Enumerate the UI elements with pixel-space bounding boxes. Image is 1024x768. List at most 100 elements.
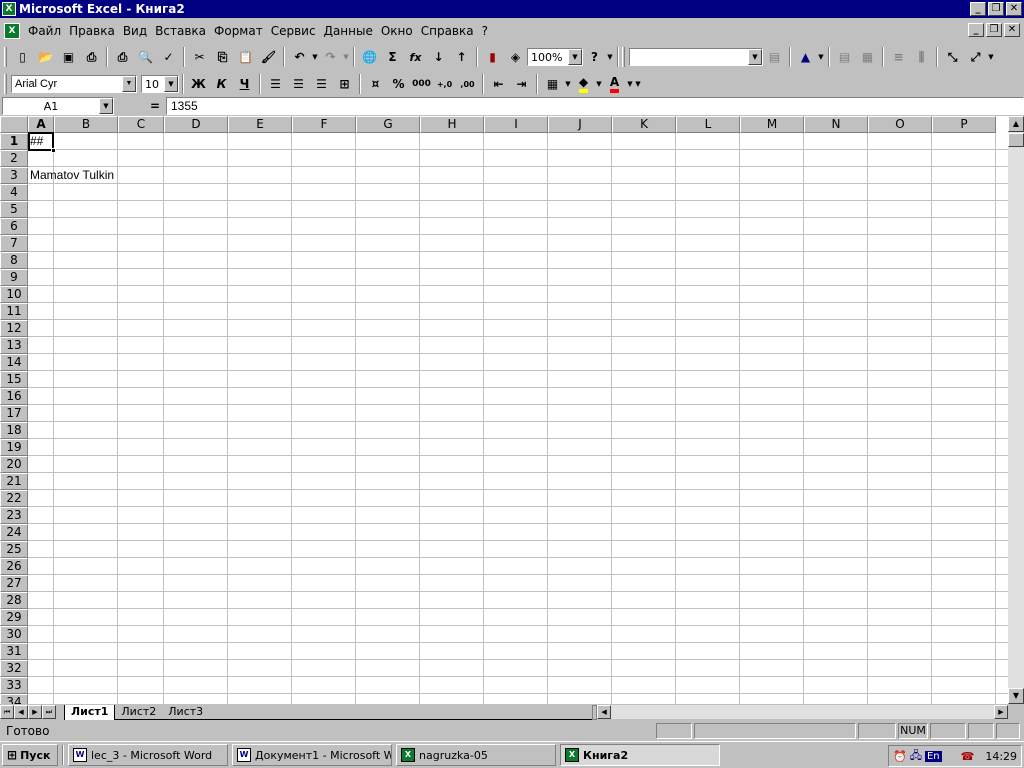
- row-header-34[interactable]: 34: [0, 694, 28, 704]
- angle-text-up-icon[interactable]: ⤢: [964, 46, 987, 68]
- paste-icon[interactable]: 📋: [234, 46, 257, 68]
- scroll-down-icon[interactable]: ▼: [1008, 688, 1024, 704]
- font-combo[interactable]: Arial Cyr ▼: [11, 75, 137, 93]
- cell-a3[interactable]: Mamatov Tulkin: [30, 168, 114, 182]
- underline-button[interactable]: Ч: [233, 73, 256, 95]
- row-header-23[interactable]: 23: [0, 507, 28, 524]
- autosum-icon[interactable]: Σ: [381, 46, 404, 68]
- decrease-decimal-button[interactable]: ,00: [456, 73, 479, 95]
- column-header-i[interactable]: I: [484, 116, 548, 133]
- italic-button[interactable]: К: [210, 73, 233, 95]
- row-header-18[interactable]: 18: [0, 422, 28, 439]
- row-header-3[interactable]: 3: [0, 167, 28, 184]
- close-button[interactable]: ✕: [1006, 2, 1022, 16]
- column-header-n[interactable]: N: [804, 116, 868, 133]
- thousands-button[interactable]: 000: [410, 73, 433, 95]
- font-color-icon[interactable]: A: [603, 73, 626, 95]
- row-header-31[interactable]: 31: [0, 643, 28, 660]
- redo-dropdown-icon[interactable]: ▼: [342, 53, 350, 61]
- map-icon[interactable]: ◈: [504, 46, 527, 68]
- row-header-29[interactable]: 29: [0, 609, 28, 626]
- function-icon[interactable]: fx: [404, 46, 427, 68]
- chevron-down-icon[interactable]: ▼: [164, 76, 178, 92]
- increase-indent-icon[interactable]: ⇥: [510, 73, 533, 95]
- new-icon[interactable]: ▯: [11, 46, 34, 68]
- row-header-6[interactable]: 6: [0, 218, 28, 235]
- excel-icon[interactable]: X: [2, 2, 16, 16]
- formula-input[interactable]: 1355: [166, 97, 1024, 115]
- tab-sheet1[interactable]: Лист1: [64, 704, 116, 720]
- hyperlink-icon[interactable]: 🌐: [358, 46, 381, 68]
- restore-button[interactable]: ❐: [988, 2, 1004, 16]
- next-sheet-icon[interactable]: ▶: [28, 705, 42, 719]
- doc-close-button[interactable]: ✕: [1004, 23, 1020, 37]
- print-icon[interactable]: ⎙: [111, 46, 134, 68]
- decrease-indent-icon[interactable]: ⇤: [487, 73, 510, 95]
- row-header-20[interactable]: 20: [0, 456, 28, 473]
- increase-decimal-button[interactable]: +,0: [433, 73, 456, 95]
- menu-data[interactable]: Данные: [320, 24, 377, 38]
- menu-edit[interactable]: Правка: [65, 24, 119, 38]
- undo-dropdown-icon[interactable]: ▼: [311, 53, 319, 61]
- align-center-icon[interactable]: ☰: [287, 73, 310, 95]
- column-header-b[interactable]: B: [54, 116, 118, 133]
- row-header-15[interactable]: 15: [0, 371, 28, 388]
- chevron-down-icon[interactable]: ▼: [568, 49, 582, 65]
- toolbar-options-icon[interactable]: ▼: [634, 80, 642, 88]
- menu-format[interactable]: Формат: [210, 24, 267, 38]
- select-all-button[interactable]: [0, 116, 28, 133]
- network-icon[interactable]: 🖧: [910, 747, 922, 766]
- column-header-p[interactable]: P: [932, 116, 996, 133]
- sort-desc-icon[interactable]: ↑: [450, 46, 473, 68]
- column-header-l[interactable]: L: [676, 116, 740, 133]
- menu-file[interactable]: Файл: [24, 24, 65, 38]
- chevron-down-icon[interactable]: ▼: [122, 76, 136, 92]
- chevron-down-icon[interactable]: ▼: [748, 49, 762, 65]
- fill-handle[interactable]: [51, 148, 56, 153]
- tab-sheet2[interactable]: Лист2: [115, 705, 163, 720]
- column-header-m[interactable]: M: [740, 116, 804, 133]
- by-column-icon[interactable]: ⫼: [910, 46, 933, 68]
- row-header-27[interactable]: 27: [0, 575, 28, 592]
- legend-icon[interactable]: ▤: [833, 46, 856, 68]
- help-glyph[interactable]: ?: [478, 24, 492, 38]
- cut-icon[interactable]: ✂: [188, 46, 211, 68]
- row-header-21[interactable]: 21: [0, 473, 28, 490]
- column-header-g[interactable]: G: [356, 116, 420, 133]
- column-header-j[interactable]: J: [548, 116, 612, 133]
- row-header-12[interactable]: 12: [0, 320, 28, 337]
- phone-icon[interactable]: ☎: [961, 750, 975, 763]
- chart-type-dropdown-icon[interactable]: ▼: [817, 53, 825, 61]
- last-sheet-icon[interactable]: ⏭: [42, 705, 56, 719]
- column-header-e[interactable]: E: [228, 116, 292, 133]
- percent-button[interactable]: %: [387, 73, 410, 95]
- print-preview-icon[interactable]: ⎙: [80, 46, 103, 68]
- row-header-33[interactable]: 33: [0, 677, 28, 694]
- taskbar-button-nagruzka[interactable]: X nagruzka-05: [396, 744, 556, 766]
- row-header-11[interactable]: 11: [0, 303, 28, 320]
- workbook-icon[interactable]: X: [4, 23, 20, 39]
- more-buttons-icon[interactable]: ▼: [606, 53, 614, 61]
- toolbar-options-icon[interactable]: ▼: [987, 53, 995, 61]
- style-combo[interactable]: ▼: [629, 48, 763, 66]
- format-painter-icon[interactable]: 🖌: [257, 46, 280, 68]
- chart-wizard-icon[interactable]: ▮: [481, 46, 504, 68]
- borders-icon[interactable]: ▦: [541, 73, 564, 95]
- scheduler-icon[interactable]: ⏰: [893, 750, 907, 763]
- data-table-icon[interactable]: ▦: [856, 46, 879, 68]
- column-header-f[interactable]: F: [292, 116, 356, 133]
- name-box[interactable]: A1 ▼: [2, 97, 114, 115]
- font-color-dropdown-icon[interactable]: ▼: [626, 80, 634, 88]
- chart-object-icon[interactable]: ▤: [763, 46, 786, 68]
- row-header-1[interactable]: 1: [0, 133, 28, 150]
- column-header-h[interactable]: H: [420, 116, 484, 133]
- row-header-10[interactable]: 10: [0, 286, 28, 303]
- column-header-d[interactable]: D: [164, 116, 228, 133]
- taskbar-button-lec3[interactable]: W lec_3 - Microsoft Word: [68, 744, 228, 766]
- row-header-14[interactable]: 14: [0, 354, 28, 371]
- row-header-24[interactable]: 24: [0, 524, 28, 541]
- help-icon[interactable]: ?: [583, 46, 606, 68]
- row-header-17[interactable]: 17: [0, 405, 28, 422]
- borders-dropdown-icon[interactable]: ▼: [564, 80, 572, 88]
- redo-icon[interactable]: ↷: [319, 46, 342, 68]
